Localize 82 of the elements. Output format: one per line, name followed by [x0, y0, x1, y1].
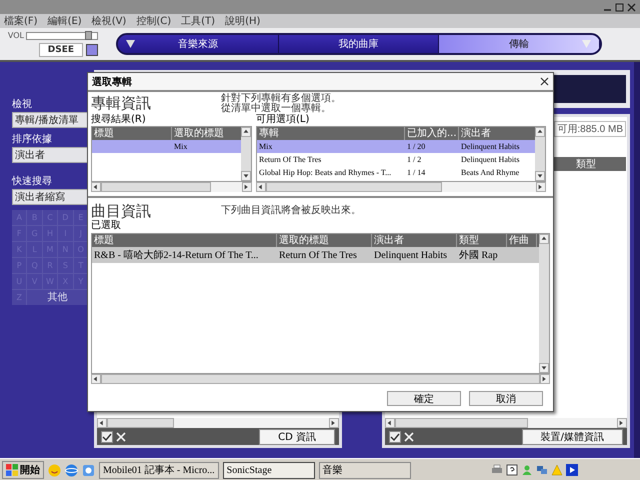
- down-arrow-icon[interactable]: [241, 171, 251, 181]
- horizontal-scrollbar[interactable]: [97, 418, 339, 428]
- volume-slider[interactable]: [26, 32, 98, 40]
- list-row[interactable]: Return Of The Tres 1 / 2 Delinquent Habits: [257, 153, 535, 166]
- menu-item[interactable]: 說明(H): [225, 14, 260, 28]
- taskbar-button[interactable]: Mobile01 記事本 - Micro...: [99, 462, 219, 478]
- printer-icon[interactable]: [491, 464, 503, 476]
- menu-item[interactable]: 工具(T): [181, 14, 216, 28]
- option-cell-text: Mix: [258, 142, 274, 151]
- checkmark-icon[interactable]: [389, 430, 401, 442]
- close-icon[interactable]: [540, 77, 549, 86]
- instruction-text: 針對下列專輯有多個選項。: [221, 94, 341, 104]
- vertical-scrollbar[interactable]: [539, 234, 549, 373]
- maximize-icon[interactable]: [615, 2, 624, 12]
- volume-label: VOL: [8, 31, 24, 40]
- windows-logo-icon: [6, 464, 18, 476]
- option-cell-text: 1 / 14: [406, 168, 426, 177]
- option-cell-text: Delinquent Habits: [460, 142, 520, 151]
- taskbar-button[interactable]: SonicStage: [222, 462, 315, 478]
- horizontal-scrollbar[interactable]: [91, 374, 550, 384]
- cd-info-button[interactable]: CD 資訊: [259, 428, 335, 444]
- caret-icon[interactable]: [126, 40, 135, 48]
- option-cell-text: Return Of The Tres: [258, 155, 322, 164]
- instruction-text: 下列曲目資訊將會被反映出來。: [221, 206, 361, 216]
- dsee-button[interactable]: DSEE: [38, 43, 83, 57]
- option-cell-text: Beats And Rhyme: [460, 168, 520, 177]
- horizontal-scrollbar[interactable]: [91, 182, 252, 192]
- checkmark-icon[interactable]: [101, 430, 113, 442]
- result-cell-text: Mix: [173, 142, 188, 151]
- list-row[interactable]: Mix: [92, 140, 241, 153]
- dialog-button[interactable]: 取消: [469, 391, 543, 406]
- nav-tab[interactable]: 音樂來源: [118, 35, 279, 53]
- option-cell-text: Delinquent Habits: [460, 155, 520, 164]
- dialog-button[interactable]: 確定: [387, 391, 461, 406]
- globe-icon[interactable]: [65, 464, 78, 476]
- device-info-button[interactable]: 裝置/媒體資訊: [522, 428, 623, 444]
- menu-item[interactable]: 檢視(V): [92, 14, 126, 28]
- smiley-icon[interactable]: [48, 464, 61, 476]
- section-heading: 專輯資訊: [91, 94, 152, 112]
- nav-tab[interactable]: 傳輸: [439, 35, 600, 53]
- network-icon[interactable]: [536, 464, 548, 476]
- horizontal-scrollbar[interactable]: [256, 182, 546, 192]
- dialog-title: 選取專輯: [92, 76, 132, 88]
- list-label: 可用選項(L): [256, 114, 310, 126]
- list-row[interactable]: Global Hip Hop: Beats and Rhymes - T... 1 / 14 Beats And Rhyme: [257, 166, 535, 179]
- track-cell-text: 外國 Rap: [458, 249, 499, 262]
- track-cell-text: Delinquent Habits: [373, 250, 448, 260]
- list-row[interactable]: Mix 1 / 20 Delinquent Habits: [257, 140, 535, 153]
- vertical-scrollbar[interactable]: [241, 127, 251, 181]
- list-label: 搜尋結果(R): [91, 114, 147, 126]
- close-icon[interactable]: [627, 2, 636, 12]
- quick-search-dropdown[interactable]: 演出者縮寫: [12, 189, 88, 205]
- toggle-square[interactable]: [86, 44, 98, 56]
- nav-tab[interactable]: 我的曲庫: [278, 35, 440, 53]
- option-cell-text: 1 / 20: [406, 142, 426, 151]
- horizontal-scrollbar[interactable]: [385, 418, 627, 428]
- start-button[interactable]: 開始: [2, 461, 44, 479]
- track-cell-text: Return Of The Tres: [278, 250, 358, 260]
- taskbar-button[interactable]: 音樂: [318, 462, 411, 478]
- down-arrow-icon[interactable]: [535, 171, 545, 181]
- menu-item[interactable]: 編輯(E): [48, 14, 82, 28]
- quick-search-label: 快速搜尋: [12, 174, 53, 188]
- capacity-label: 可用:885.0 MB: [554, 121, 626, 137]
- down-arrow-icon[interactable]: [539, 363, 549, 373]
- vertical-scrollbar[interactable]: [535, 127, 545, 181]
- sort-dropdown[interactable]: 演出者: [12, 147, 88, 163]
- menu-item[interactable]: 控制(C): [136, 14, 172, 28]
- sort-label: 排序依據: [12, 132, 53, 146]
- other-key[interactable]: 其他: [27, 290, 88, 305]
- list-label: 已選取: [91, 220, 122, 232]
- option-cell-text: 1 / 2: [406, 155, 422, 164]
- menu-item[interactable]: 檔案(F): [4, 14, 38, 28]
- option-cell-text: Global Hip Hop: Beats and Rhymes - T...: [258, 168, 392, 177]
- instruction-text: 從清單中選取一個專輯。: [221, 104, 332, 114]
- track-cell-text: R&B - 嘻哈大師2-14-Return Of The T...: [93, 248, 260, 262]
- play-icon[interactable]: [566, 464, 578, 476]
- help-icon[interactable]: [506, 464, 518, 476]
- section-heading: 曲目資訊: [91, 202, 152, 220]
- browser-icon[interactable]: [82, 464, 95, 476]
- view-dropdown[interactable]: 專輯/播放清單: [12, 112, 88, 128]
- view-label: 檢視: [12, 98, 33, 111]
- list-row[interactable]: R&B - 嘻哈大師2-14-Return Of The T... Return Of The Tres Delinquent Habits 外國 Rap: [92, 247, 539, 263]
